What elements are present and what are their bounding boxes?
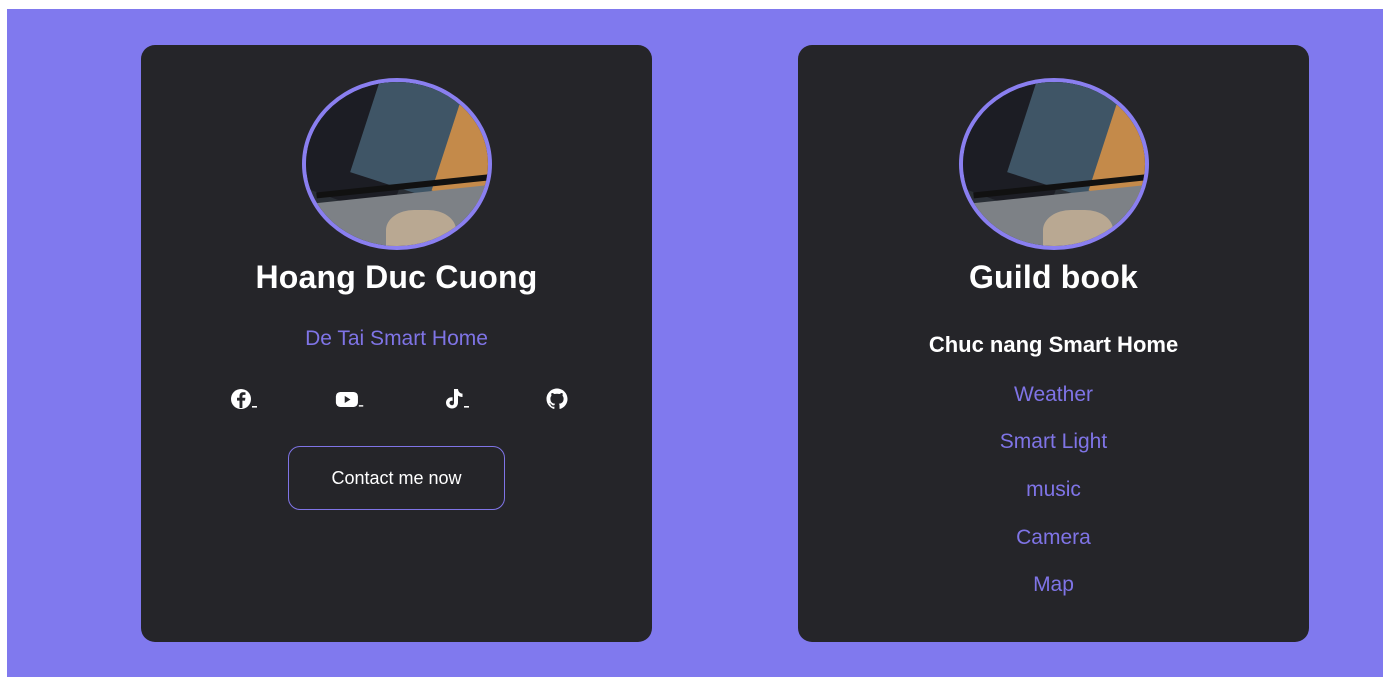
section-title: Chuc nang Smart Home <box>928 332 1179 357</box>
feature-link-smart-light[interactable]: Smart Light <box>798 430 1309 454</box>
profile-name: Hoang Duc Cuong <box>255 259 538 295</box>
facebook-link[interactable] <box>229 385 259 413</box>
avatar <box>959 78 1149 250</box>
youtube-link[interactable] <box>335 385 365 413</box>
facebook-icon <box>231 389 257 409</box>
social-links <box>141 385 652 413</box>
profile-subtitle: De Tai Smart Home <box>305 327 488 350</box>
guide-card: Guild book Chuc nang Smart Home Weather … <box>798 45 1309 642</box>
youtube-icon <box>335 391 364 407</box>
contact-button[interactable]: Contact me now <box>288 446 505 510</box>
guide-title: Guild book <box>968 259 1139 295</box>
profile-card: Hoang Duc Cuong De Tai Smart Home Contac… <box>141 45 652 642</box>
feature-link-camera[interactable]: Camera <box>798 526 1309 550</box>
avatar <box>302 78 492 250</box>
page-background: Hoang Duc Cuong De Tai Smart Home Contac… <box>7 9 1383 677</box>
tiktok-icon <box>446 389 469 409</box>
github-link[interactable] <box>542 385 572 413</box>
github-icon <box>546 388 568 409</box>
feature-link-map[interactable]: Map <box>798 573 1309 597</box>
feature-link-weather[interactable]: Weather <box>798 383 1309 407</box>
tiktok-link[interactable] <box>441 385 471 413</box>
feature-link-music[interactable]: music <box>798 478 1309 502</box>
